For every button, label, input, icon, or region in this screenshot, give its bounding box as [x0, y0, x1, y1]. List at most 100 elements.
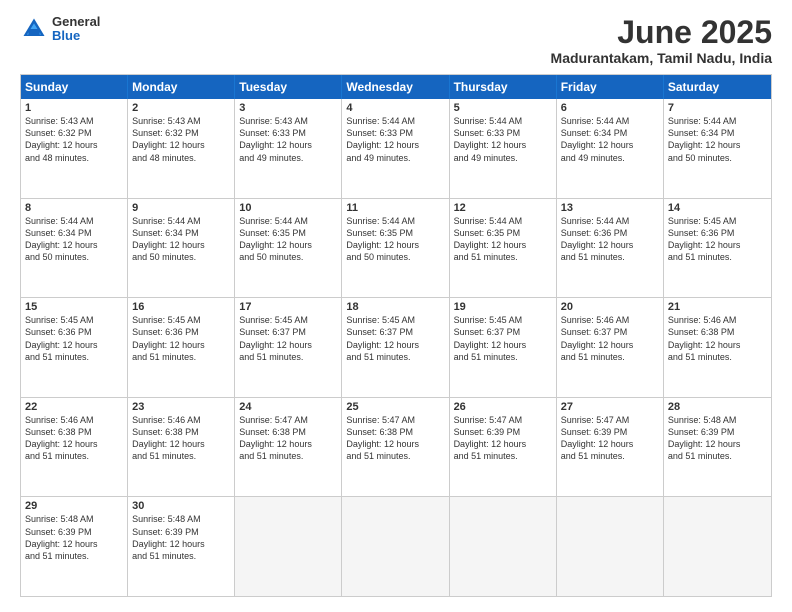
day-num: 19	[454, 301, 552, 313]
cell-text: Sunrise: 5:46 AMSunset: 6:38 PMDaylight:…	[668, 314, 767, 363]
day-num: 4	[346, 102, 444, 114]
cell-4-tue: 24 Sunrise: 5:47 AMSunset: 6:38 PMDaylig…	[235, 398, 342, 497]
day-num: 12	[454, 202, 552, 214]
day-num: 9	[132, 202, 230, 214]
cell-text: Sunrise: 5:45 AMSunset: 6:37 PMDaylight:…	[346, 314, 444, 363]
cell-3-thu: 19 Sunrise: 5:45 AMSunset: 6:37 PMDaylig…	[450, 298, 557, 397]
day-num: 1	[25, 102, 123, 114]
cell-5-sat-empty	[664, 497, 771, 596]
logo-icon	[20, 15, 48, 43]
month-title: June 2025	[551, 15, 772, 50]
cell-text: Sunrise: 5:47 AMSunset: 6:38 PMDaylight:…	[239, 414, 337, 463]
cell-2-fri: 13 Sunrise: 5:44 AMSunset: 6:36 PMDaylig…	[557, 199, 664, 298]
cell-text: Sunrise: 5:44 AMSunset: 6:36 PMDaylight:…	[561, 215, 659, 264]
cell-1-sun: 1 Sunrise: 5:43 AMSunset: 6:32 PMDayligh…	[21, 99, 128, 198]
day-num: 30	[132, 500, 230, 512]
cell-2-sat: 14 Sunrise: 5:45 AMSunset: 6:36 PMDaylig…	[664, 199, 771, 298]
cell-text: Sunrise: 5:44 AMSunset: 6:34 PMDaylight:…	[132, 215, 230, 264]
day-num: 7	[668, 102, 767, 114]
cell-5-thu-empty	[450, 497, 557, 596]
cell-5-sun: 29 Sunrise: 5:48 AMSunset: 6:39 PMDaylig…	[21, 497, 128, 596]
day-num: 2	[132, 102, 230, 114]
day-num: 18	[346, 301, 444, 313]
cell-3-sun: 15 Sunrise: 5:45 AMSunset: 6:36 PMDaylig…	[21, 298, 128, 397]
cell-1-mon: 2 Sunrise: 5:43 AMSunset: 6:32 PMDayligh…	[128, 99, 235, 198]
cell-text: Sunrise: 5:43 AMSunset: 6:33 PMDaylight:…	[239, 115, 337, 164]
day-num: 28	[668, 401, 767, 413]
logo-text: General Blue	[52, 15, 100, 44]
header-friday: Friday	[557, 75, 664, 99]
header-thursday: Thursday	[450, 75, 557, 99]
day-num: 17	[239, 301, 337, 313]
logo: General Blue	[20, 15, 100, 44]
cell-4-fri: 27 Sunrise: 5:47 AMSunset: 6:39 PMDaylig…	[557, 398, 664, 497]
cell-text: Sunrise: 5:44 AMSunset: 6:33 PMDaylight:…	[346, 115, 444, 164]
cell-text: Sunrise: 5:45 AMSunset: 6:37 PMDaylight:…	[239, 314, 337, 363]
title-block: June 2025 Madurantakam, Tamil Nadu, Indi…	[551, 15, 772, 66]
cell-text: Sunrise: 5:46 AMSunset: 6:37 PMDaylight:…	[561, 314, 659, 363]
cell-4-wed: 25 Sunrise: 5:47 AMSunset: 6:38 PMDaylig…	[342, 398, 449, 497]
cell-text: Sunrise: 5:45 AMSunset: 6:36 PMDaylight:…	[668, 215, 767, 264]
cell-text: Sunrise: 5:43 AMSunset: 6:32 PMDaylight:…	[25, 115, 123, 164]
cell-2-thu: 12 Sunrise: 5:44 AMSunset: 6:35 PMDaylig…	[450, 199, 557, 298]
logo-blue: Blue	[52, 29, 100, 43]
day-num: 24	[239, 401, 337, 413]
cal-row-3: 15 Sunrise: 5:45 AMSunset: 6:36 PMDaylig…	[21, 298, 771, 398]
cell-1-thu: 5 Sunrise: 5:44 AMSunset: 6:33 PMDayligh…	[450, 99, 557, 198]
cell-text: Sunrise: 5:48 AMSunset: 6:39 PMDaylight:…	[132, 513, 230, 562]
cell-5-wed-empty	[342, 497, 449, 596]
cell-text: Sunrise: 5:44 AMSunset: 6:33 PMDaylight:…	[454, 115, 552, 164]
cell-text: Sunrise: 5:48 AMSunset: 6:39 PMDaylight:…	[25, 513, 123, 562]
day-num: 6	[561, 102, 659, 114]
cell-2-sun: 8 Sunrise: 5:44 AMSunset: 6:34 PMDayligh…	[21, 199, 128, 298]
cell-2-tue: 10 Sunrise: 5:44 AMSunset: 6:35 PMDaylig…	[235, 199, 342, 298]
cell-4-mon: 23 Sunrise: 5:46 AMSunset: 6:38 PMDaylig…	[128, 398, 235, 497]
day-num: 21	[668, 301, 767, 313]
location: Madurantakam, Tamil Nadu, India	[551, 50, 772, 66]
cell-text: Sunrise: 5:44 AMSunset: 6:34 PMDaylight:…	[561, 115, 659, 164]
header-sunday: Sunday	[21, 75, 128, 99]
day-num: 8	[25, 202, 123, 214]
header-tuesday: Tuesday	[235, 75, 342, 99]
cell-4-sat: 28 Sunrise: 5:48 AMSunset: 6:39 PMDaylig…	[664, 398, 771, 497]
day-num: 13	[561, 202, 659, 214]
header-saturday: Saturday	[664, 75, 771, 99]
cell-3-tue: 17 Sunrise: 5:45 AMSunset: 6:37 PMDaylig…	[235, 298, 342, 397]
cell-3-fri: 20 Sunrise: 5:46 AMSunset: 6:37 PMDaylig…	[557, 298, 664, 397]
day-num: 25	[346, 401, 444, 413]
cell-3-mon: 16 Sunrise: 5:45 AMSunset: 6:36 PMDaylig…	[128, 298, 235, 397]
cell-text: Sunrise: 5:47 AMSunset: 6:38 PMDaylight:…	[346, 414, 444, 463]
cell-text: Sunrise: 5:43 AMSunset: 6:32 PMDaylight:…	[132, 115, 230, 164]
cell-2-mon: 9 Sunrise: 5:44 AMSunset: 6:34 PMDayligh…	[128, 199, 235, 298]
cell-text: Sunrise: 5:47 AMSunset: 6:39 PMDaylight:…	[454, 414, 552, 463]
calendar: Sunday Monday Tuesday Wednesday Thursday…	[20, 74, 772, 597]
day-num: 3	[239, 102, 337, 114]
cell-text: Sunrise: 5:45 AMSunset: 6:37 PMDaylight:…	[454, 314, 552, 363]
cell-3-sat: 21 Sunrise: 5:46 AMSunset: 6:38 PMDaylig…	[664, 298, 771, 397]
day-num: 11	[346, 202, 444, 214]
cell-text: Sunrise: 5:47 AMSunset: 6:39 PMDaylight:…	[561, 414, 659, 463]
header-wednesday: Wednesday	[342, 75, 449, 99]
logo-general: General	[52, 15, 100, 29]
cell-text: Sunrise: 5:44 AMSunset: 6:35 PMDaylight:…	[239, 215, 337, 264]
day-num: 10	[239, 202, 337, 214]
cell-text: Sunrise: 5:44 AMSunset: 6:34 PMDaylight:…	[25, 215, 123, 264]
day-num: 20	[561, 301, 659, 313]
cell-1-sat: 7 Sunrise: 5:44 AMSunset: 6:34 PMDayligh…	[664, 99, 771, 198]
cal-row-5: 29 Sunrise: 5:48 AMSunset: 6:39 PMDaylig…	[21, 497, 771, 596]
header-monday: Monday	[128, 75, 235, 99]
cell-1-fri: 6 Sunrise: 5:44 AMSunset: 6:34 PMDayligh…	[557, 99, 664, 198]
cell-5-fri-empty	[557, 497, 664, 596]
calendar-body: 1 Sunrise: 5:43 AMSunset: 6:32 PMDayligh…	[21, 99, 771, 596]
cal-row-2: 8 Sunrise: 5:44 AMSunset: 6:34 PMDayligh…	[21, 199, 771, 299]
day-num: 5	[454, 102, 552, 114]
cal-row-4: 22 Sunrise: 5:46 AMSunset: 6:38 PMDaylig…	[21, 398, 771, 498]
cell-text: Sunrise: 5:45 AMSunset: 6:36 PMDaylight:…	[25, 314, 123, 363]
cell-4-thu: 26 Sunrise: 5:47 AMSunset: 6:39 PMDaylig…	[450, 398, 557, 497]
cell-5-mon: 30 Sunrise: 5:48 AMSunset: 6:39 PMDaylig…	[128, 497, 235, 596]
day-num: 23	[132, 401, 230, 413]
cell-text: Sunrise: 5:46 AMSunset: 6:38 PMDaylight:…	[25, 414, 123, 463]
day-num: 16	[132, 301, 230, 313]
cell-text: Sunrise: 5:45 AMSunset: 6:36 PMDaylight:…	[132, 314, 230, 363]
day-num: 15	[25, 301, 123, 313]
